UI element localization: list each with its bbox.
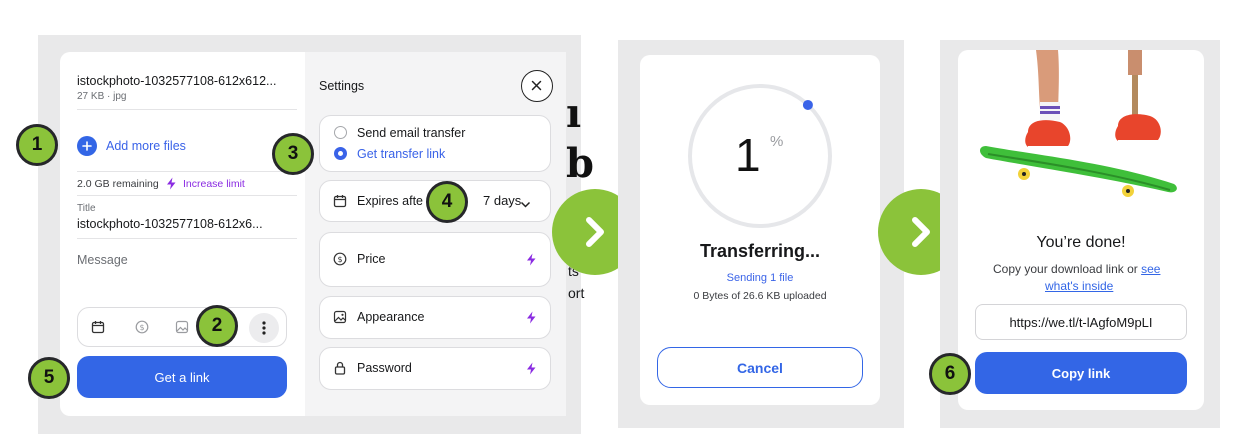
divider: [77, 109, 297, 110]
svg-text:$: $: [337, 255, 342, 264]
image-icon[interactable]: [175, 320, 189, 339]
expires-select[interactable]: 7 days: [483, 193, 521, 208]
step-badge-3: 3: [272, 133, 314, 175]
get-a-link-button[interactable]: Get a link: [77, 356, 287, 398]
price-icon[interactable]: $: [135, 320, 149, 339]
title-input[interactable]: istockphoto-1032577108-612x6...: [77, 217, 263, 231]
get-link-radio[interactable]: [334, 147, 347, 160]
expires-label: Expires afte: [357, 194, 424, 208]
price-label: Price: [357, 252, 386, 266]
add-more-files-link[interactable]: Add more files: [106, 139, 186, 153]
see-whats-inside-link[interactable]: what's inside: [1045, 279, 1113, 293]
bolt-icon: [166, 177, 177, 195]
chevron-right-icon: [912, 217, 930, 247]
progress-percent-sign: %: [770, 133, 784, 150]
chevron-down-icon: [520, 196, 531, 214]
sending-status: Sending 1 file: [726, 272, 794, 284]
title-label: Title: [77, 203, 96, 214]
svg-text:$: $: [139, 323, 144, 332]
download-link-field[interactable]: https://we.tl/t-lAgfoM9pLI: [975, 304, 1187, 340]
transfer-type-group: [319, 115, 551, 172]
password-row[interactable]: [319, 347, 551, 390]
file-name: istockphoto-1032577108-612x612...: [77, 74, 277, 88]
send-email-option[interactable]: Send email transfer: [357, 126, 465, 140]
divider: [77, 238, 297, 239]
copy-link-button[interactable]: Copy link: [975, 352, 1187, 394]
send-email-radio[interactable]: [334, 126, 347, 139]
step-badge-5: 5: [28, 357, 70, 399]
password-label: Password: [357, 361, 412, 375]
add-files-icon[interactable]: [77, 136, 97, 156]
done-heading: You’re done!: [1036, 234, 1126, 251]
bolt-icon: [526, 311, 537, 329]
lock-icon: [333, 361, 347, 380]
background-page-text: ort: [568, 285, 585, 301]
file-meta: 27 KB · jpg: [77, 91, 127, 102]
skateboard-illustration: [980, 50, 1177, 197]
more-options-button[interactable]: [249, 313, 279, 343]
divider: [77, 171, 297, 172]
image-icon: [333, 310, 347, 329]
appearance-row[interactable]: [319, 296, 551, 339]
price-row[interactable]: [319, 232, 551, 287]
step-badge-6: 6: [929, 353, 971, 395]
get-transfer-link-option[interactable]: Get transfer link: [357, 147, 445, 161]
done-description: Copy your download link or see: [993, 262, 1160, 276]
message-input[interactable]: Message: [77, 253, 128, 267]
cancel-button[interactable]: Cancel: [657, 347, 863, 388]
step-badge-1: 1: [16, 124, 58, 166]
transferring-heading: Transferring...: [699, 241, 821, 261]
storage-remaining: 2.0 GB remaining: [77, 178, 159, 190]
background-page-text: b: [566, 140, 594, 187]
progress-number: 1: [735, 129, 761, 181]
bolt-icon: [526, 253, 537, 271]
close-button[interactable]: [521, 70, 553, 102]
calendar-icon: [333, 194, 347, 213]
increase-limit-link[interactable]: Increase limit: [183, 178, 245, 190]
more-vertical-icon: [262, 321, 266, 335]
done-description-text: Copy your download link or: [993, 262, 1138, 276]
divider: [77, 195, 297, 196]
bolt-icon: [526, 362, 537, 380]
step-badge-2: 2: [196, 305, 238, 347]
close-icon: [531, 80, 542, 91]
step-badge-4: 4: [426, 181, 468, 223]
chevron-right-icon: [586, 217, 604, 247]
appearance-label: Appearance: [357, 310, 425, 324]
see-whats-inside-link[interactable]: see: [1141, 262, 1160, 276]
settings-heading: Settings: [319, 79, 365, 93]
price-icon: $: [333, 252, 347, 271]
background-page-text: ı: [566, 90, 582, 137]
calendar-icon[interactable]: [91, 320, 105, 339]
progress-indicator: [802, 99, 813, 110]
upload-progress-text: 0 Bytes of 26.6 KB uploaded: [693, 290, 827, 302]
